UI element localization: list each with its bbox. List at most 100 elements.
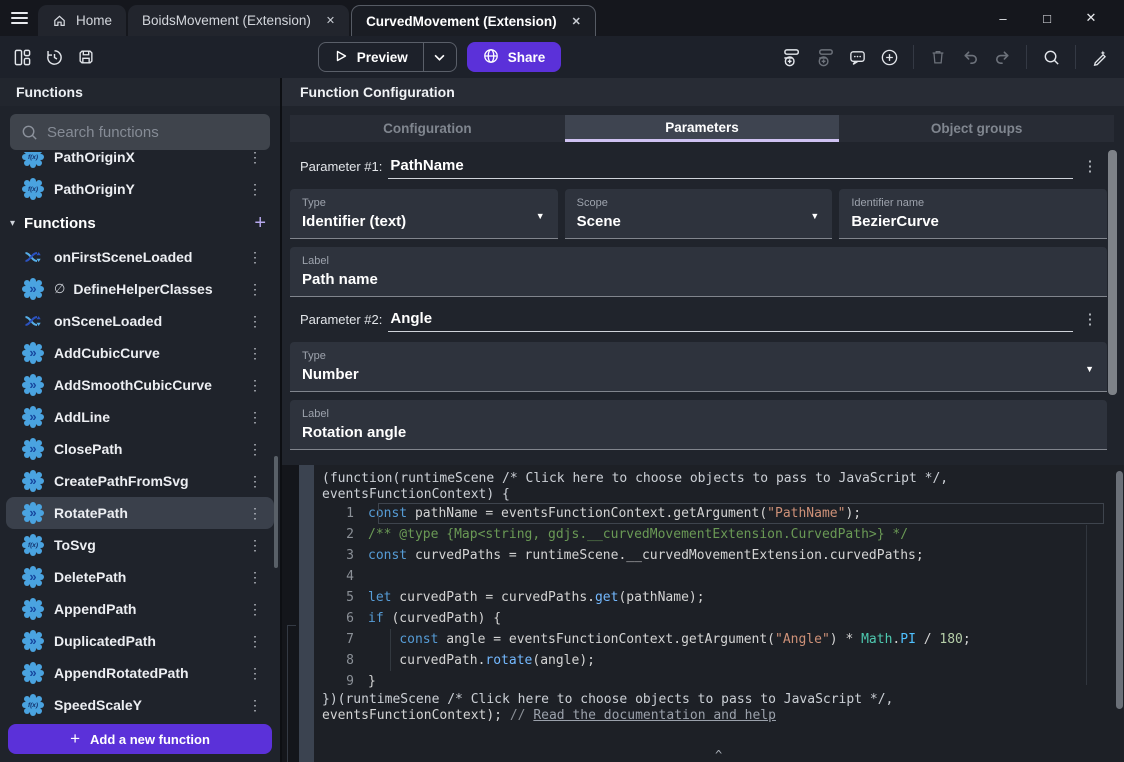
tab-close-icon[interactable]: ✕	[326, 14, 335, 27]
search-functions-input[interactable]	[47, 124, 260, 141]
maximize-button[interactable]: □	[1032, 11, 1062, 26]
tab-parameters[interactable]: Parameters	[565, 115, 840, 142]
function-item-pathoriginy[interactable]: PathOriginY⋮	[6, 173, 274, 205]
parameter-menu-icon[interactable]: ⋮	[1073, 157, 1107, 179]
field-label: Type	[302, 350, 1095, 362]
parameter-name-input[interactable]: PathName	[388, 157, 1073, 179]
documentation-link[interactable]: Read the documentation and help	[533, 708, 776, 723]
parameter-name-input[interactable]: Angle	[388, 310, 1073, 332]
code-line-8[interactable]: 8 curvedPath.rotate(angle);	[314, 650, 1124, 671]
function-item-label: ToSvg	[54, 537, 244, 553]
tab-configuration[interactable]: Configuration	[290, 115, 565, 142]
function-item-addline[interactable]: AddLine⋮	[6, 401, 274, 433]
lifecycle-function-icon	[22, 246, 44, 268]
field-identifier-name[interactable]: Identifier nameBezierCurve	[839, 189, 1107, 239]
code-editor-surface[interactable]: (function(runtimeScene /* Click here to …	[314, 465, 1124, 762]
tab-curvedmovement-extension[interactable]: CurvedMovement (Extension)✕	[351, 5, 596, 36]
item-menu-icon[interactable]: ⋮	[244, 249, 266, 266]
item-menu-icon[interactable]: ⋮	[244, 537, 266, 554]
item-menu-icon[interactable]: ⋮	[244, 281, 266, 298]
code-line-5[interactable]: 5let curvedPath = curvedPaths.get(pathNa…	[314, 587, 1124, 608]
minimize-button[interactable]: –	[988, 11, 1018, 26]
history-icon[interactable]	[40, 43, 68, 71]
save-icon[interactable]	[72, 43, 100, 71]
item-menu-icon[interactable]: ⋮	[244, 377, 266, 394]
item-menu-icon[interactable]: ⋮	[244, 181, 266, 198]
tab-boidsmovement-extension[interactable]: BoidsMovement (Extension)✕	[128, 5, 349, 36]
share-button[interactable]: Share	[467, 42, 562, 72]
preview-dropdown-chevron-icon[interactable]	[424, 43, 456, 71]
caret-down-icon[interactable]: ▾	[10, 218, 15, 229]
line-content: }	[368, 674, 376, 689]
tab-close-icon[interactable]: ✕	[572, 15, 581, 28]
function-item-createpathfromsvg[interactable]: CreatePathFromSvg⋮	[6, 465, 274, 497]
trash-icon[interactable]	[924, 43, 952, 71]
parameter-menu-icon[interactable]: ⋮	[1073, 310, 1107, 332]
item-menu-icon[interactable]: ⋮	[244, 633, 266, 650]
item-menu-icon[interactable]: ⋮	[244, 697, 266, 714]
sidebar-scrollbar[interactable]	[274, 456, 278, 568]
menu-icon[interactable]	[0, 0, 38, 36]
function-item-addcubiccurve[interactable]: AddCubicCurve⋮	[6, 337, 274, 369]
function-item-onsceneloaded[interactable]: onSceneLoaded⋮	[6, 305, 274, 337]
function-item-appendpath[interactable]: AppendPath⋮	[6, 593, 274, 625]
item-menu-icon[interactable]: ⋮	[244, 473, 266, 490]
panels-icon[interactable]	[8, 43, 36, 71]
function-item-addsmoothcubiccurve[interactable]: AddSmoothCubicCurve⋮	[6, 369, 274, 401]
code-lines[interactable]: 1const pathName = eventsFunctionContext.…	[314, 503, 1124, 692]
field-label[interactable]: LabelRotation angle	[290, 400, 1107, 450]
action-function-icon	[22, 438, 44, 460]
item-menu-icon[interactable]: ⋮	[244, 569, 266, 586]
add-subevent-icon[interactable]	[811, 43, 839, 71]
function-item-speedscaley[interactable]: SpeedScaleY⋮	[6, 689, 274, 716]
add-comment-icon[interactable]	[843, 43, 871, 71]
function-item-pathoriginx[interactable]: PathOriginX⋮	[6, 152, 274, 173]
add-event-icon[interactable]	[779, 43, 807, 71]
function-item-rotatepath[interactable]: RotatePath⋮	[6, 497, 274, 529]
function-item-closepath[interactable]: ClosePath⋮	[6, 433, 274, 465]
close-button[interactable]: ✕	[1076, 10, 1106, 26]
field-type[interactable]: TypeNumber▼	[290, 342, 1107, 392]
item-menu-icon[interactable]: ⋮	[244, 409, 266, 426]
event-drag-handle[interactable]	[299, 465, 314, 762]
code-line-2[interactable]: 2/** @type {Map<string, gdjs.__curvedMov…	[314, 524, 1124, 545]
item-menu-icon[interactable]: ⋮	[244, 665, 266, 682]
function-item-duplicatedpath[interactable]: DuplicatedPath⋮	[6, 625, 274, 657]
function-item-onfirstsceneloaded[interactable]: onFirstSceneLoaded⋮	[6, 241, 274, 273]
parameters-scrollbar[interactable]	[1108, 150, 1117, 395]
item-menu-icon[interactable]: ⋮	[244, 601, 266, 618]
code-line-1[interactable]: 1const pathName = eventsFunctionContext.…	[314, 503, 1124, 524]
item-menu-icon[interactable]: ⋮	[244, 505, 266, 522]
redo-icon[interactable]	[988, 43, 1016, 71]
item-menu-icon[interactable]: ⋮	[244, 345, 266, 362]
tab-object-groups[interactable]: Object groups	[839, 115, 1114, 142]
code-line-3[interactable]: 3const curvedPaths = runtimeScene.__curv…	[314, 545, 1124, 566]
function-item-definehelperclasses[interactable]: ∅DefineHelperClasses⋮	[6, 273, 274, 305]
function-item-tosvg[interactable]: ToSvg⋮	[6, 529, 274, 561]
code-line-4[interactable]: 4	[314, 566, 1124, 587]
preview-button[interactable]: Preview	[318, 42, 457, 72]
undo-icon[interactable]	[956, 43, 984, 71]
magic-edit-icon[interactable]	[1086, 43, 1114, 71]
code-line-9[interactable]: 9}	[314, 671, 1124, 692]
add-new-function-button[interactable]: + Add a new function	[8, 724, 272, 754]
expand-editor-caret[interactable]: ^	[715, 748, 722, 762]
item-menu-icon[interactable]: ⋮	[244, 152, 266, 166]
code-line-7[interactable]: 7 const angle = eventsFunctionContext.ge…	[314, 629, 1124, 650]
field-scope[interactable]: ScopeScene▼	[565, 189, 833, 239]
code-scrollbar[interactable]	[1116, 471, 1123, 709]
add-new-icon[interactable]	[875, 43, 903, 71]
item-menu-icon[interactable]: ⋮	[244, 313, 266, 330]
search-icon[interactable]	[1037, 43, 1065, 71]
field-type[interactable]: TypeIdentifier (text)▼	[290, 189, 558, 239]
function-item-deletepath[interactable]: DeletePath⋮	[6, 561, 274, 593]
toolbar-divider	[913, 45, 914, 69]
tab-home[interactable]: Home	[38, 5, 126, 36]
item-menu-icon[interactable]: ⋮	[244, 441, 266, 458]
code-line-6[interactable]: 6if (curvedPath) {	[314, 608, 1124, 629]
add-function-plus-icon[interactable]: +	[254, 213, 266, 233]
search-functions-box[interactable]	[10, 114, 270, 150]
functions-group-header[interactable]: ▾Functions+	[0, 205, 280, 241]
field-label[interactable]: LabelPath name	[290, 247, 1107, 297]
function-item-appendrotatedpath[interactable]: AppendRotatedPath⋮	[6, 657, 274, 689]
